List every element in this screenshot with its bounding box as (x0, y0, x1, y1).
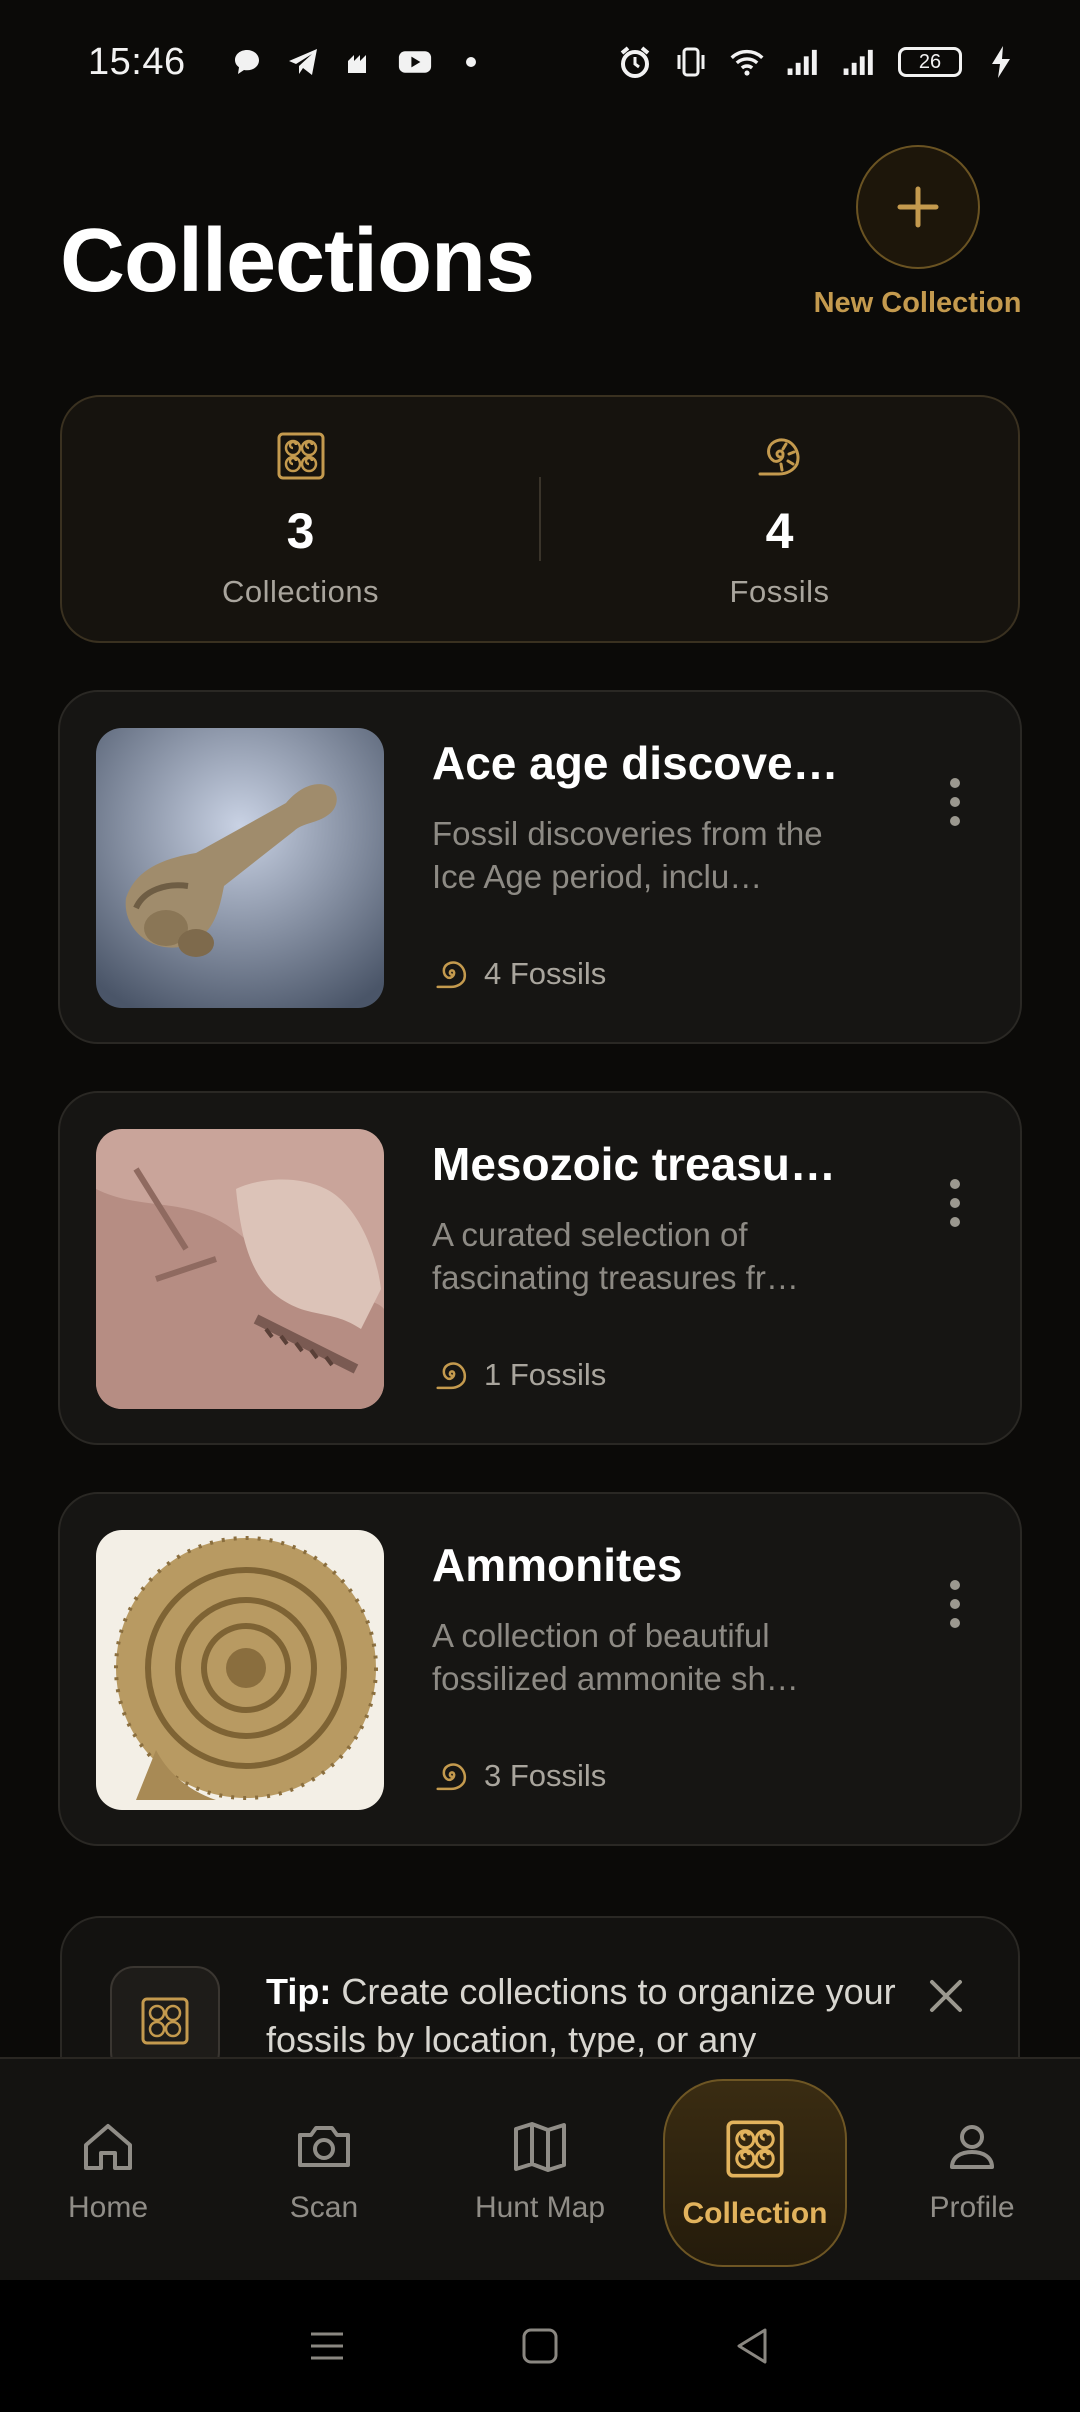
app-icon (342, 45, 376, 79)
plus-icon (897, 186, 938, 228)
collection-fossil-count: 1 Fossils (432, 1355, 606, 1395)
wifi-icon (730, 45, 764, 79)
youtube-icon (398, 45, 432, 79)
nav-hunt-map-label[interactable]: Hunt Map (475, 2191, 605, 2225)
vibrate-icon (674, 45, 708, 79)
signal-icon (786, 45, 820, 79)
tip-prefix: Tip: (266, 1971, 332, 2012)
page-title: Collections (60, 211, 535, 311)
more-options-icon[interactable] (940, 1173, 970, 1233)
chat-bubble-icon (230, 45, 264, 79)
collection-card-ice-age[interactable]: Ace age discover… Fossil discoveries fro… (58, 690, 1022, 1044)
telegram-icon (286, 45, 320, 79)
collection-card-mesozoic[interactable]: Mesozoic treasur… A curated selection of… (58, 1091, 1022, 1445)
nav-scan[interactable]: Scan (224, 2059, 424, 2282)
nav-profile-label[interactable]: Profile (929, 2191, 1014, 2225)
nav-collection[interactable]: Collection (663, 2079, 847, 2267)
battery-icon: 26 (898, 47, 962, 77)
tip-body: Create collections to organize your foss… (266, 1971, 896, 2060)
collection-card-ammonites[interactable]: Ammonites A collection of beautiful foss… (58, 1492, 1022, 1846)
collections-label: Collections (221, 574, 380, 609)
new-collection-label[interactable]: New Collection (814, 287, 1022, 320)
person-icon (950, 2124, 994, 2169)
nav-home[interactable]: Home (8, 2059, 208, 2282)
collection-thumbnail-bone (96, 728, 384, 1008)
more-options-icon[interactable] (940, 772, 970, 832)
collections-count: 3 (286, 503, 315, 559)
new-collection-circle[interactable] (855, 145, 980, 269)
nav-collection-label[interactable]: Collection (682, 2197, 827, 2231)
fossil-count-text: 3 Fossils (484, 1758, 607, 1793)
nav-profile[interactable]: Profile (872, 2059, 1072, 2282)
menu-icon[interactable] (303, 2322, 351, 2370)
dot-icon (454, 45, 488, 79)
ammonite-icon (436, 1362, 467, 1390)
stats-card: 3 Collections 4 Fossils (60, 395, 1020, 643)
nav-scan-label[interactable]: Scan (290, 2191, 358, 2225)
tip-text: Tip: Create collections to organize your… (266, 1968, 906, 2064)
fossils-count: 4 (765, 503, 794, 559)
nav-home-label[interactable]: Home (68, 2191, 148, 2225)
fossil-count-text: 4 Fossils (484, 956, 607, 991)
ammonite-icon (436, 1763, 467, 1791)
stat-collections: 3 Collections (62, 428, 539, 610)
home-square-icon[interactable] (516, 2322, 564, 2370)
collection-fossil-count: 4 Fossils (432, 954, 606, 994)
fossils-label: Fossils (729, 574, 830, 609)
ammonite-icon (758, 438, 800, 476)
nav-hunt-map[interactable]: Hunt Map (440, 2059, 640, 2282)
collection-title: Ammonites (432, 1539, 683, 1591)
stat-fossils: 4 Fossils (541, 428, 1018, 610)
status-bar: 15:46 26 (0, 0, 1080, 124)
collection-description: A collection of beautiful fossilized amm… (432, 1617, 799, 1697)
close-icon[interactable] (920, 1970, 972, 2022)
new-collection-button[interactable]: New Collection (814, 145, 1022, 325)
back-icon[interactable] (729, 2322, 777, 2370)
collection-grid-icon (141, 1997, 189, 2045)
collection-title: Ace age discover… (432, 737, 852, 789)
collection-fossil-count: 3 Fossils (432, 1756, 606, 1796)
more-options-icon[interactable] (940, 1574, 970, 1634)
fossil-count-text: 1 Fossils (484, 1357, 607, 1392)
alarm-icon (618, 45, 652, 79)
collection-grid-icon (277, 432, 324, 480)
collection-thumbnail-ammonite (96, 1530, 384, 1810)
collection-description: Fossil discoveries from the Ice Age peri… (432, 815, 823, 895)
system-navigation-bar (0, 2280, 1080, 2412)
collection-title: Mesozoic treasur… (432, 1138, 852, 1190)
ammonite-icon (436, 961, 467, 989)
status-right: 26 (618, 45, 1018, 79)
camera-icon (298, 2125, 350, 2167)
collection-thumbnail-skull (96, 1129, 384, 1409)
status-time: 15:46 (88, 40, 186, 83)
status-left: 15:46 (88, 41, 488, 84)
bottom-navigation: Home Scan Hunt Map Collection Profile (0, 2057, 1080, 2280)
collection-grid-icon (726, 2120, 784, 2178)
collection-description: A curated selection of fascinating treas… (432, 1216, 799, 1296)
signal-icon (842, 45, 876, 79)
charging-icon (984, 45, 1018, 79)
map-icon (514, 2121, 566, 2172)
home-icon (84, 2123, 132, 2170)
